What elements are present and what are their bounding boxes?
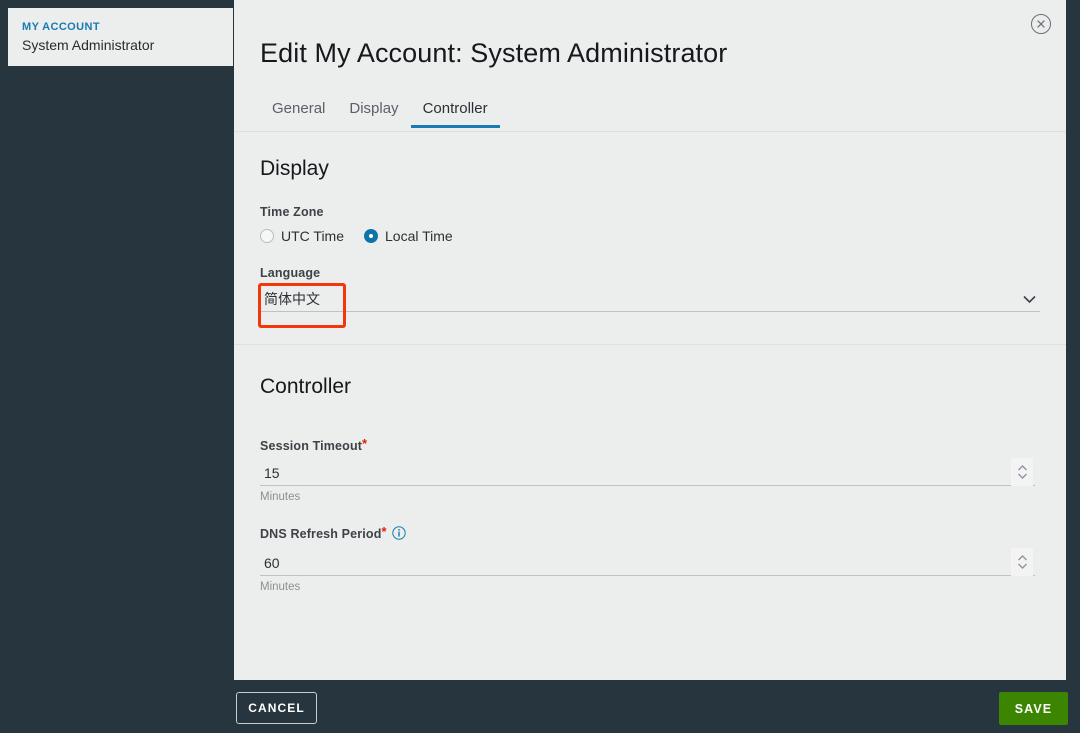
app-sidebar xyxy=(0,0,234,733)
dns-refresh-period-stepper[interactable] xyxy=(1011,548,1033,576)
spinner-updown-icon xyxy=(1017,555,1027,569)
language-select[interactable]: 简体中文 xyxy=(260,286,1040,312)
my-account-card[interactable]: MY ACCOUNT System Administrator xyxy=(8,8,233,66)
radio-mark-icon xyxy=(260,229,274,243)
tab-bar: General Display Controller xyxy=(260,100,500,128)
display-section-heading: Display xyxy=(260,157,329,180)
dns-refresh-period-field: DNS Refresh Period* 60 Minutes xyxy=(260,503,1040,593)
session-timeout-helper: Minutes xyxy=(260,491,301,503)
cancel-button[interactable]: CANCEL xyxy=(236,692,317,724)
spinner-updown-icon xyxy=(1017,465,1027,479)
session-timeout-label: Session Timeout xyxy=(260,439,363,453)
radio-local-time-label: Local Time xyxy=(385,228,453,244)
my-account-label: MY ACCOUNT xyxy=(22,21,100,33)
dns-refresh-period-label: DNS Refresh Period xyxy=(260,527,382,541)
controller-section: Controller Session Timeout* 15 Minutes D… xyxy=(234,345,1066,593)
session-timeout-input[interactable]: 15 xyxy=(260,458,1035,486)
close-circle-icon xyxy=(1031,14,1051,34)
modal-body: Display Time Zone UTC Time Local Time La… xyxy=(234,132,1066,680)
radio-utc-time[interactable]: UTC Time xyxy=(260,228,344,244)
language-value: 简体中文 xyxy=(264,290,320,307)
language-label: Language xyxy=(260,266,321,280)
required-marker: * xyxy=(362,436,368,451)
language-field: Language 简体中文 xyxy=(260,244,1040,312)
tab-controller[interactable]: Controller xyxy=(410,100,500,128)
radio-local-time[interactable]: Local Time xyxy=(364,228,453,244)
chevron-down-icon xyxy=(1023,291,1036,309)
dns-refresh-period-value: 60 xyxy=(264,554,280,571)
display-section: Display Time Zone UTC Time Local Time La… xyxy=(234,132,1066,344)
dns-refresh-period-input[interactable]: 60 xyxy=(260,548,1035,576)
tab-general[interactable]: General xyxy=(260,100,337,128)
radio-mark-selected-icon xyxy=(364,229,378,243)
tab-display[interactable]: Display xyxy=(337,100,410,128)
required-marker: * xyxy=(381,524,387,539)
session-timeout-value: 15 xyxy=(264,464,280,481)
session-timeout-stepper[interactable] xyxy=(1011,458,1033,486)
controller-section-heading: Controller xyxy=(260,375,352,398)
my-account-username: System Administrator xyxy=(22,37,155,53)
radio-utc-time-label: UTC Time xyxy=(281,228,344,244)
time-zone-label: Time Zone xyxy=(260,205,324,219)
info-circle-icon[interactable] xyxy=(391,526,406,545)
time-zone-radio-group: UTC Time Local Time xyxy=(260,228,1040,244)
edit-account-modal: Edit My Account: System Administrator Ge… xyxy=(234,0,1066,680)
page-title: Edit My Account: System Administrator xyxy=(260,38,728,68)
save-button[interactable]: SAVE xyxy=(999,692,1068,725)
modal-footer xyxy=(0,680,1080,733)
time-zone-field: Time Zone UTC Time Local Time xyxy=(260,181,1040,244)
session-timeout-field: Session Timeout* 15 Minutes xyxy=(260,399,1040,503)
dns-refresh-period-helper: Minutes xyxy=(260,581,301,593)
close-icon[interactable] xyxy=(1030,13,1052,35)
